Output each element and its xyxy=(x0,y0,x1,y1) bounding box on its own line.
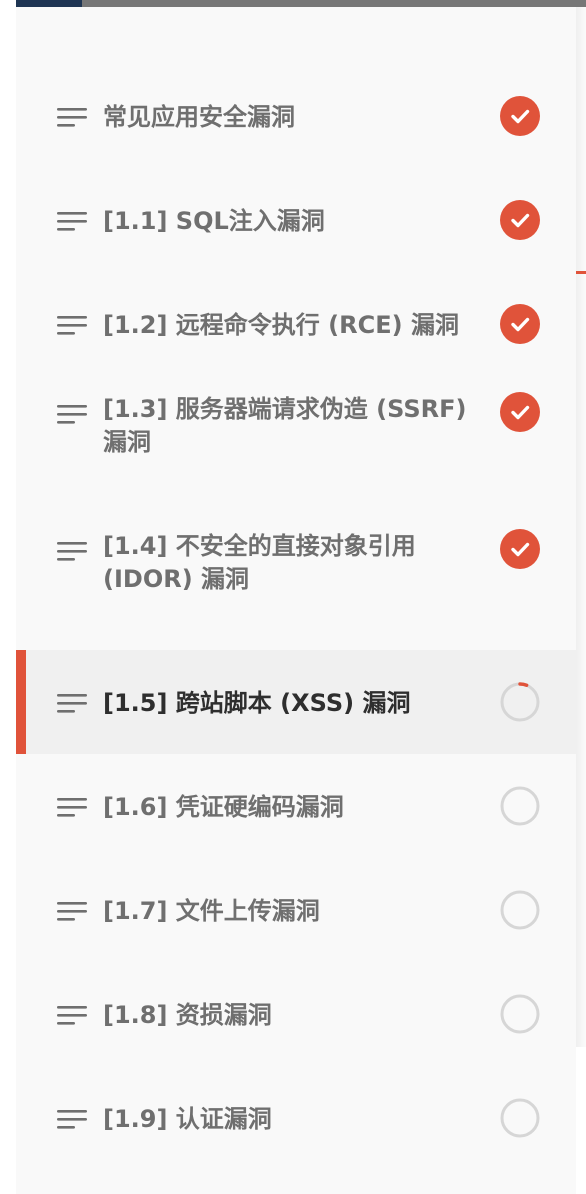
lesson-item-9[interactable]: [1.8] 资损漏洞 xyxy=(16,962,576,1066)
hamburger-lines-icon xyxy=(57,798,87,817)
lesson-title: [1.4] 不安全的直接对象引用 (IDOR) 漏洞 xyxy=(103,532,416,593)
top-bar-accent xyxy=(16,0,82,7)
lesson-title: [1.5] 跨站脚本 (XSS) 漏洞 xyxy=(103,689,411,717)
empty-circle-icon xyxy=(500,994,540,1034)
lesson-title: [1.1] SQL注入漏洞 xyxy=(103,207,325,235)
lesson-item-2[interactable]: [1.1] SQL注入漏洞 xyxy=(16,168,576,272)
check-circle-icon xyxy=(500,200,540,240)
hamburger-lines-icon xyxy=(57,1110,87,1129)
progress-ring-icon xyxy=(500,682,540,722)
hamburger-lines-icon xyxy=(57,1006,87,1025)
hamburger-lines-icon xyxy=(57,902,87,921)
empty-circle-icon xyxy=(500,890,540,930)
lesson-list: 常见应用安全漏洞 [1.1] SQL注入漏洞 [1.2] 远程命令执行 (RCE… xyxy=(16,64,576,1170)
lesson-item-10[interactable]: [1.9] 认证漏洞 xyxy=(16,1066,576,1170)
content-accent-line xyxy=(576,271,586,274)
top-bar xyxy=(16,0,586,7)
lesson-title: [1.3] 服务器端请求伪造 (SSRF) 漏洞 xyxy=(103,395,467,456)
hamburger-lines-icon xyxy=(57,542,87,561)
check-circle-icon xyxy=(500,392,540,432)
lesson-item-8[interactable]: [1.7] 文件上传漏洞 xyxy=(16,858,576,962)
lesson-item-6[interactable]: [1.5] 跨站脚本 (XSS) 漏洞 xyxy=(16,650,576,754)
lesson-title: 常见应用安全漏洞 xyxy=(103,103,295,131)
empty-circle-icon xyxy=(500,786,540,826)
empty-circle-icon xyxy=(500,1098,540,1138)
lesson-item-3[interactable]: [1.2] 远程命令执行 (RCE) 漏洞 xyxy=(16,272,576,376)
active-indicator xyxy=(16,650,26,754)
lesson-title: [1.2] 远程命令执行 (RCE) 漏洞 xyxy=(103,311,459,339)
lesson-title: [1.7] 文件上传漏洞 xyxy=(103,897,320,925)
lesson-item-4[interactable]: [1.3] 服务器端请求伪造 (SSRF) 漏洞 xyxy=(16,376,576,513)
lesson-item-7[interactable]: [1.6] 凭证硬编码漏洞 xyxy=(16,754,576,858)
lesson-item-5[interactable]: [1.4] 不安全的直接对象引用 (IDOR) 漏洞 xyxy=(16,513,576,650)
lesson-title: [1.9] 认证漏洞 xyxy=(103,1105,272,1133)
check-circle-icon xyxy=(500,304,540,344)
hamburger-lines-icon xyxy=(57,316,87,335)
hamburger-lines-icon xyxy=(57,694,87,713)
sidebar-edge xyxy=(576,7,586,1047)
hamburger-lines-icon xyxy=(57,405,87,424)
lesson-title: [1.6] 凭证硬编码漏洞 xyxy=(103,793,344,821)
hamburger-lines-icon xyxy=(57,212,87,231)
hamburger-lines-icon xyxy=(57,108,87,127)
check-circle-icon xyxy=(500,96,540,136)
check-circle-icon xyxy=(500,529,540,569)
lesson-title: [1.8] 资损漏洞 xyxy=(103,1001,272,1029)
lesson-item-1[interactable]: 常见应用安全漏洞 xyxy=(16,64,576,168)
